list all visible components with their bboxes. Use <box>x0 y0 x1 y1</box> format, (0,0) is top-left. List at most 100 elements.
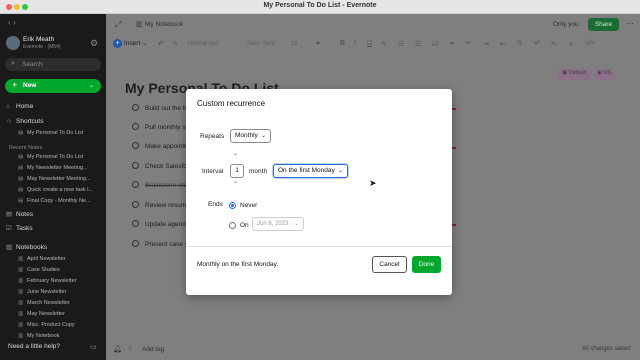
text-style-select[interactable]: Normal text <box>188 41 219 47</box>
note-icon: ▤ <box>18 198 24 204</box>
recent-note-label: My Newsletter Meeting... <box>27 165 88 171</box>
align-icon[interactable]: ≡ <box>466 40 470 47</box>
tag-label: US <box>603 70 611 76</box>
notebook-item[interactable]: ▥ June Newsletter <box>18 289 104 299</box>
sidebar-item-label: Notebooks <box>16 244 48 251</box>
sidebar-item-notes[interactable]: ▤ Notes <box>6 210 102 220</box>
todo-item[interactable]: Pull monthly s <box>132 123 185 133</box>
todo-checkbox[interactable] <box>132 142 139 149</box>
back-forward-icon[interactable]: ‹ › <box>8 18 16 27</box>
superscript-icon[interactable]: x² <box>534 40 540 47</box>
underline-icon[interactable]: U <box>367 40 372 47</box>
ends-on-radio[interactable] <box>229 222 236 229</box>
plus-icon: + <box>113 39 122 48</box>
end-date-select[interactable]: Jun 6, 2023 ⌄ <box>252 217 304 231</box>
sidebar-item-shortcuts[interactable]: ☆ Shortcuts <box>6 117 102 127</box>
interval-label: Interval <box>202 168 224 175</box>
notebook-item[interactable]: ▥ March Newsletter <box>18 300 104 310</box>
help-link[interactable]: Need a little help? <box>8 343 60 350</box>
cancel-button[interactable]: Cancel <box>372 256 407 273</box>
notebook-item[interactable]: ▥ My Notebook <box>18 333 104 343</box>
note-icon: ▤ <box>18 130 24 136</box>
strikethrough-icon[interactable]: S <box>517 40 522 47</box>
numbered-list-icon[interactable]: ☰ <box>415 40 421 48</box>
indent-icon[interactable]: ⇥ <box>483 40 489 48</box>
done-button[interactable]: Done <box>412 256 441 273</box>
todo-item[interactable]: Make appointn <box>132 142 188 152</box>
repeats-value: Monthly <box>235 132 258 139</box>
sidebar-item-notebooks[interactable]: ▥ Notebooks <box>6 243 102 253</box>
expand-icon[interactable]: ⤢ <box>115 20 121 30</box>
todo-item[interactable]: Update agenda <box>132 220 189 230</box>
notebook-item[interactable]: ▥ May Newsletter <box>18 311 104 321</box>
todo-item[interactable]: Brainstorm ide <box>132 181 187 191</box>
notebook-label: April Newsletter <box>27 256 66 262</box>
home-icon: ⌂ <box>6 103 10 110</box>
interval-number-input[interactable]: 1 <box>230 164 244 178</box>
notebook-item[interactable]: ▥ February Newsletter <box>18 278 104 288</box>
gear-icon[interactable]: ⚙ <box>90 38 98 49</box>
notebook-item[interactable]: ▥ Misc. Product Copy <box>18 322 104 332</box>
todo-item[interactable]: Build out the b <box>132 104 187 114</box>
insert-button[interactable]: + Insert ⌄ <box>113 39 148 48</box>
chevron-up-icon[interactable]: ⌃ <box>233 153 238 160</box>
notebook-item[interactable]: ▥ Case Studies <box>18 267 104 277</box>
font-select[interactable]: Sans Serif <box>247 41 275 47</box>
text-color-icon[interactable]: ● <box>316 40 320 47</box>
undo-icon[interactable]: ↶ <box>158 40 164 48</box>
todo-checkbox[interactable] <box>132 123 139 130</box>
font-size-select[interactable]: 15 <box>291 41 298 47</box>
sidebar-item-tasks[interactable]: ☑ Tasks <box>6 224 102 234</box>
chevron-down-icon[interactable]: ⌄ <box>89 82 94 89</box>
notebook-icon: ▥ <box>18 278 24 284</box>
outdent-icon[interactable]: ⇤ <box>500 40 506 48</box>
recent-note-item[interactable]: ▤ Quick create a new task l... <box>18 187 104 197</box>
todo-checkbox[interactable] <box>132 104 139 111</box>
todo-item[interactable]: Check Salesfor <box>132 162 189 172</box>
search-input[interactable]: ⌕ Search <box>5 58 101 71</box>
todo-item[interactable]: Review resume <box>132 201 190 211</box>
custom-recurrence-dialog: Custom recurrence Repeats Monthly ⌄ Inte… <box>186 89 452 295</box>
bulleted-list-icon[interactable]: ☰ <box>398 40 404 48</box>
dialog-title: Custom recurrence <box>197 99 266 108</box>
collapse-sidebar-icon[interactable]: ▭ <box>90 343 97 351</box>
add-tag-input[interactable]: Add tag <box>142 346 164 353</box>
recent-note-item[interactable]: ▤ Final Copy - Monthly Ne... <box>18 198 104 208</box>
repeats-select[interactable]: Monthly ⌄ <box>230 129 271 143</box>
todo-checkbox[interactable] <box>132 181 139 188</box>
italic-icon[interactable]: I <box>354 40 356 47</box>
more-options-icon[interactable]: ⋯ <box>626 19 634 28</box>
new-button[interactable]: + New ⌄ <box>5 79 101 93</box>
sidebar-item-home[interactable]: ⌂ Home <box>6 103 102 113</box>
clear-format-icon[interactable]: ⨯ <box>568 40 574 48</box>
recent-note-item[interactable]: ▤ May Newsletter Meeting... <box>18 176 104 186</box>
link-icon[interactable]: ⚭ <box>449 40 455 48</box>
todo-checkbox[interactable] <box>132 220 139 227</box>
todo-checkbox[interactable] <box>132 240 139 247</box>
chevron-down-icon[interactable]: ⌄ <box>233 178 238 185</box>
todo-text: Build out the b <box>145 105 187 112</box>
recent-note-item[interactable]: ▤ My Personal To Do List <box>18 154 104 164</box>
tag-icon[interactable]: ⌂ <box>128 345 132 352</box>
todo-checkbox[interactable] <box>132 201 139 208</box>
bell-icon[interactable]: 🔔︎ <box>113 345 122 353</box>
ends-never-radio[interactable] <box>229 202 236 209</box>
todo-checkbox[interactable] <box>132 162 139 169</box>
notebook-breadcrumb[interactable]: My Notebook <box>145 21 183 28</box>
share-button[interactable]: Share <box>588 18 619 31</box>
code-block-icon[interactable]: </> <box>585 40 595 47</box>
highlight-icon[interactable]: ✎ <box>381 40 387 48</box>
monthly-option-select[interactable]: On the first Monday ⌄ <box>273 164 348 178</box>
chevron-down-icon: ⌄ <box>260 133 266 139</box>
checklist-icon[interactable]: ☑ <box>432 40 438 48</box>
notebook-label: June Newsletter <box>27 289 67 295</box>
shortcut-item[interactable]: ▤ My Personal To Do List <box>18 130 104 140</box>
bold-icon[interactable]: B <box>340 40 345 47</box>
todo-item[interactable]: Present case st <box>132 240 190 250</box>
notebook-icon: ▥ <box>18 289 24 295</box>
recent-note-item[interactable]: ▤ My Newsletter Meeting... <box>18 165 104 175</box>
todo-text: Present case st <box>145 241 190 248</box>
redo-icon[interactable]: ↷ <box>172 40 178 48</box>
subscript-icon[interactable]: x₂ <box>551 40 557 47</box>
notebook-item[interactable]: ▥ April Newsletter <box>18 256 104 266</box>
